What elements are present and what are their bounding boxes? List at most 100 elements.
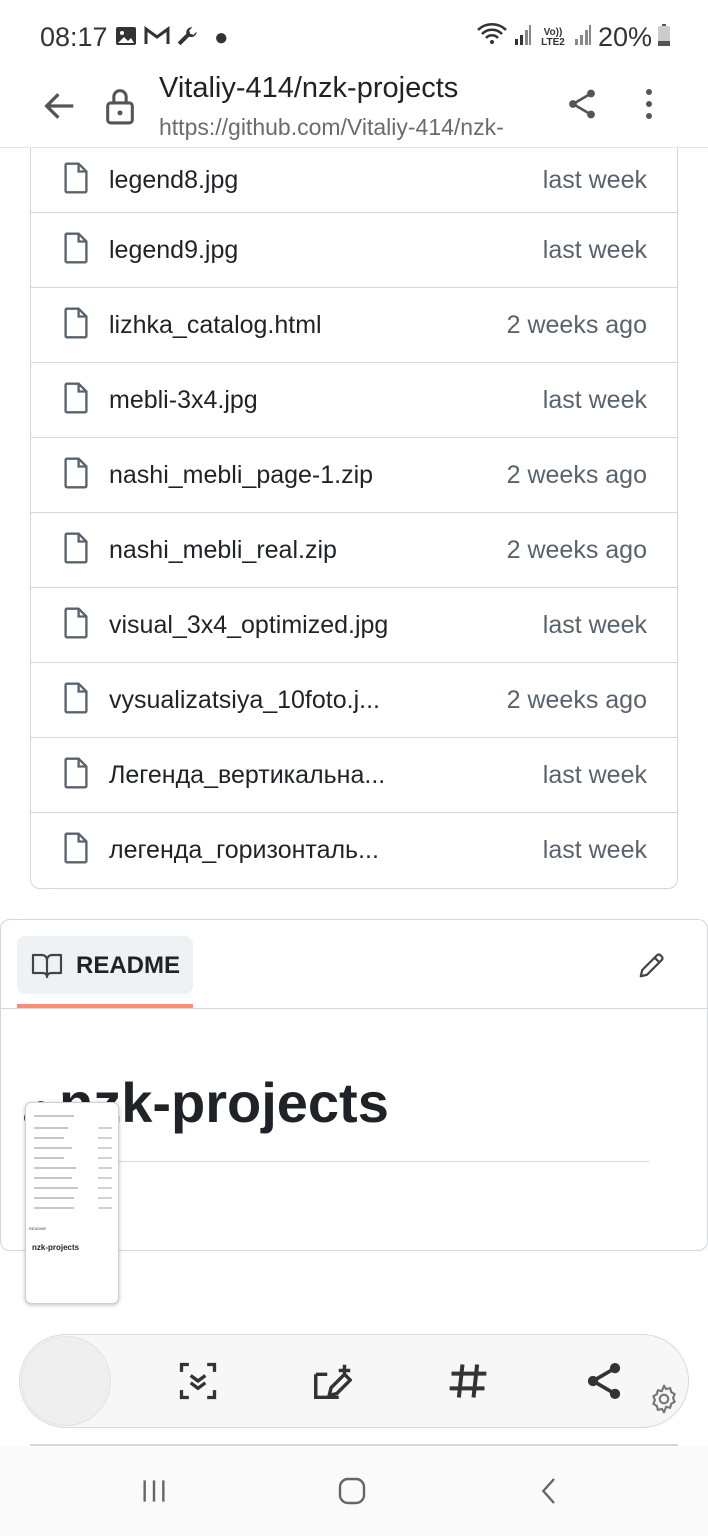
page-title[interactable]: Vitaliy-414/nzk-projects bbox=[159, 72, 458, 105]
file-date: 2 weeks ago bbox=[506, 535, 647, 564]
file-row[interactable]: legend9.jpg last week bbox=[31, 212, 677, 287]
file-icon bbox=[63, 162, 89, 199]
thumbnail-line bbox=[34, 1177, 72, 1179]
divider bbox=[1, 1008, 707, 1009]
readme-tab[interactable]: README bbox=[17, 936, 193, 994]
file-icon bbox=[63, 607, 89, 644]
thumbnail-line bbox=[34, 1147, 72, 1149]
file-name[interactable]: lizhka_catalog.html bbox=[109, 311, 322, 340]
file-name[interactable]: visual_3x4_optimized.jpg bbox=[109, 611, 388, 640]
navigation-bar bbox=[0, 1447, 708, 1536]
thumbnail-line bbox=[34, 1157, 64, 1159]
thumbnail-line bbox=[98, 1137, 112, 1139]
file-date: 2 weeks ago bbox=[506, 685, 647, 714]
capture-toolbar bbox=[19, 1334, 689, 1428]
thumbnail-readme-label: README bbox=[29, 1226, 47, 1231]
wrench-icon bbox=[174, 24, 200, 55]
thumbnail-line bbox=[34, 1127, 68, 1129]
file-name[interactable]: mebli-3x4.jpg bbox=[109, 386, 258, 415]
heading-rule bbox=[59, 1161, 649, 1162]
file-name[interactable]: legend8.jpg bbox=[109, 166, 238, 195]
thumbnail-ghost bbox=[21, 1336, 111, 1426]
file-row[interactable]: nashi_mebli_real.zip 2 weeks ago bbox=[31, 512, 677, 587]
file-row[interactable]: легенда_горизонталь... last week bbox=[31, 812, 677, 887]
file-name[interactable]: vysualizatsiya_10foto.j... bbox=[109, 686, 380, 715]
status-bar: 08:17 ● Vo)) LTE2 20% bbox=[0, 0, 708, 76]
file-date: last week bbox=[542, 165, 647, 194]
thumbnail-line bbox=[34, 1137, 64, 1139]
hashtag-icon[interactable] bbox=[446, 1359, 490, 1408]
thumbnail-heading: nzk-projects bbox=[32, 1243, 80, 1252]
file-row[interactable]: nashi_mebli_page-1.zip 2 weeks ago bbox=[31, 437, 677, 512]
thumbnail-line bbox=[98, 1127, 112, 1129]
settings-icon[interactable] bbox=[648, 1383, 680, 1420]
back-icon[interactable] bbox=[534, 1475, 566, 1512]
more-vert-icon[interactable] bbox=[636, 86, 662, 127]
draw-crop-icon[interactable] bbox=[310, 1359, 356, 1410]
file-row[interactable]: lizhka_catalog.html 2 weeks ago bbox=[31, 287, 677, 362]
file-name[interactable]: nashi_mebli_real.zip bbox=[109, 536, 337, 565]
thumbnail-line bbox=[98, 1157, 112, 1159]
scroll-capture-icon[interactable] bbox=[176, 1359, 220, 1408]
file-name[interactable]: легенда_горизонталь... bbox=[109, 836, 379, 865]
file-icon bbox=[63, 232, 89, 269]
file-date: 2 weeks ago bbox=[506, 460, 647, 489]
file-icon bbox=[63, 382, 89, 419]
wifi-icon bbox=[476, 22, 508, 53]
thumbnail-line bbox=[34, 1167, 76, 1169]
url-text[interactable]: https://github.com/Vitaliy-414/nzk- bbox=[159, 114, 539, 141]
file-row[interactable]: Легенда_вертикальна... last week bbox=[31, 737, 677, 812]
gmail-icon bbox=[144, 24, 170, 53]
file-icon bbox=[63, 832, 89, 869]
screenshot-thumbnail[interactable]: README nzk-projects bbox=[25, 1102, 119, 1304]
file-date: 2 weeks ago bbox=[506, 310, 647, 339]
file-date: last week bbox=[542, 760, 647, 789]
file-name[interactable]: nashi_mebli_page-1.zip bbox=[109, 461, 373, 490]
network-label: Vo)) LTE2 bbox=[541, 26, 565, 48]
thumbnail-line bbox=[98, 1147, 112, 1149]
file-icon bbox=[63, 457, 89, 494]
share-icon[interactable] bbox=[582, 1359, 626, 1408]
file-icon bbox=[63, 757, 89, 794]
file-icon bbox=[63, 532, 89, 569]
thumbnail-line bbox=[98, 1167, 112, 1169]
file-date: last week bbox=[542, 235, 647, 264]
file-row[interactable]: visual_3x4_optimized.jpg last week bbox=[31, 587, 677, 662]
file-name[interactable]: legend9.jpg bbox=[109, 236, 238, 265]
status-time: 08:17 bbox=[40, 22, 108, 52]
recents-icon[interactable] bbox=[138, 1475, 170, 1512]
thumbnail-line bbox=[98, 1187, 112, 1189]
thumbnail-line bbox=[34, 1197, 74, 1199]
battery-icon bbox=[658, 22, 670, 53]
file-row[interactable]: vysualizatsiya_10foto.j... 2 weeks ago bbox=[31, 662, 677, 737]
thumbnail-line bbox=[98, 1197, 112, 1199]
readme-tab-label: README bbox=[76, 952, 181, 979]
thumbnail-line bbox=[98, 1207, 112, 1209]
signal-icon bbox=[514, 22, 532, 53]
file-icon bbox=[63, 682, 89, 719]
thumbnail-line bbox=[34, 1115, 74, 1117]
file-icon bbox=[63, 307, 89, 344]
image-icon bbox=[114, 24, 138, 53]
file-list: legend8.jpg last week legend9.jpg last w… bbox=[30, 148, 678, 889]
file-row[interactable]: legend8.jpg last week bbox=[31, 148, 677, 212]
back-arrow-icon[interactable] bbox=[40, 86, 80, 131]
home-icon[interactable] bbox=[336, 1475, 368, 1512]
file-name[interactable]: Легенда_вертикальна... bbox=[109, 761, 385, 790]
dot-icon: ● bbox=[214, 24, 229, 51]
thumbnail-line bbox=[34, 1207, 74, 1209]
file-date: last week bbox=[542, 835, 647, 864]
file-date: last week bbox=[542, 385, 647, 414]
battery-label: 20% bbox=[597, 22, 652, 52]
thumbnail-line bbox=[98, 1177, 112, 1179]
lock-icon[interactable] bbox=[104, 86, 136, 131]
signal-2-icon bbox=[574, 22, 592, 53]
share-icon[interactable] bbox=[564, 86, 600, 127]
file-date: last week bbox=[542, 610, 647, 639]
book-icon bbox=[31, 951, 63, 984]
pencil-icon[interactable] bbox=[637, 950, 667, 985]
browser-toolbar: Vitaliy-414/nzk-projects https://github.… bbox=[0, 70, 708, 148]
divider bbox=[30, 1444, 678, 1446]
thumbnail-line bbox=[34, 1187, 78, 1189]
file-row[interactable]: mebli-3x4.jpg last week bbox=[31, 362, 677, 437]
